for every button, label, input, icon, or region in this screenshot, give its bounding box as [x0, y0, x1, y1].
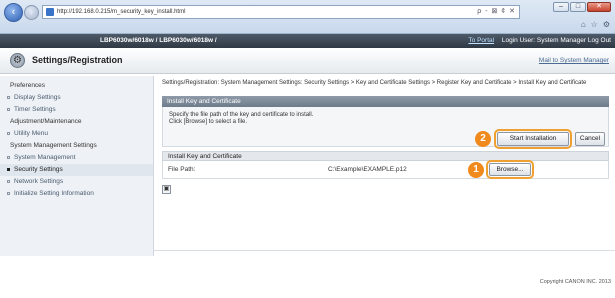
sidebar-item-label: Utility Menu [14, 130, 48, 137]
settings-icon: ⚙ [10, 53, 25, 68]
window-controls: – □ ✕ [553, 2, 611, 12]
maximize-button[interactable]: □ [570, 2, 586, 12]
device-bar-right: To Portal Login User: System Manager Log… [468, 34, 611, 48]
back-button[interactable]: ‹ [4, 3, 23, 22]
close-window-button[interactable]: ✕ [587, 2, 611, 12]
mail-to-manager-link[interactable]: Mail to System Manager [539, 57, 609, 64]
bullet-icon [7, 96, 10, 99]
gear-icon[interactable]: ⚙ [603, 20, 610, 29]
sidebar-item-label: Network Settings [14, 178, 64, 185]
file-path-label: File Path: [168, 165, 196, 173]
login-info: Login User: System Manager Log Out [501, 37, 611, 44]
file-path-field[interactable]: C:\Example\EXAMPLE.p12 [328, 166, 407, 173]
bullet-icon [7, 156, 10, 159]
forward-button[interactable]: › [24, 5, 39, 20]
bullet-icon [7, 192, 10, 195]
sidebar-item-system-management[interactable]: System Management [0, 152, 153, 164]
address-tools: ρ - ⊠ ¢ ✕ [477, 8, 516, 15]
browser-tools: ⌂ ☆ ⚙ [581, 20, 610, 29]
instructions-panel: Specify the file path of the key and cer… [162, 106, 609, 149]
page-title: Settings/Registration [32, 55, 123, 65]
sidebar-item-label: Timer Settings [14, 106, 56, 113]
address-bar[interactable]: http://192.168.0.215/m_security_key_inst… [42, 5, 520, 19]
breadcrumb: Settings/Registration: System Management… [162, 80, 587, 86]
sidebar-item-display-settings[interactable]: Display Settings [0, 92, 153, 104]
file-path-row: File Path: C:\Example\EXAMPLE.p12 Browse… [162, 159, 609, 179]
cancel-button[interactable]: Cancel [575, 131, 605, 146]
sidebar-item-network-settings[interactable]: Network Settings [0, 176, 153, 188]
sidebar-item-label: Display Settings [14, 94, 61, 101]
subsection-title: Install Key and Certificate [162, 150, 609, 161]
callout-badge-1: 1 [468, 161, 484, 178]
bullet-icon [7, 168, 10, 171]
start-installation-button[interactable]: Start Installation [497, 131, 569, 146]
copyright: Copyright CANON INC. 2013 [539, 279, 611, 285]
browse-button[interactable]: Browse... [489, 162, 531, 176]
bullet-icon [7, 180, 10, 183]
bullet-icon [7, 108, 10, 111]
sidebar-item-label: System Management [14, 154, 76, 161]
save-icon[interactable]: ▣ [162, 184, 171, 194]
sidebar-item-label: Security Settings [14, 166, 63, 173]
browser-chrome: – □ ✕ ‹ › http://192.168.0.215/m_securit… [0, 0, 615, 34]
sidebar-group-preferences: Preferences [10, 82, 46, 89]
main-content: Settings/Registration: System Management… [162, 80, 609, 194]
section-title: Install Key and Certificate [162, 95, 609, 107]
sidebar-item-initialize-setting[interactable]: Initialize Setting Information [0, 188, 153, 200]
minimize-button[interactable]: – [553, 2, 569, 12]
bullet-icon [7, 132, 10, 135]
device-bar: LBP6030w/6018w / LBP6030w/6018w / To Por… [0, 34, 615, 48]
sidebar-item-utility-menu[interactable]: Utility Menu [0, 128, 153, 140]
sidebar-item-label: Initialize Setting Information [14, 190, 94, 197]
sidebar-item-timer-settings[interactable]: Timer Settings [0, 104, 153, 116]
sidebar-group-adjustment: Adjustment/Maintenance [10, 118, 82, 125]
portal-link[interactable]: To Portal [468, 37, 494, 44]
sidebar-group-system-management: System Management Settings [10, 142, 97, 149]
sidebar: Preferences Display Settings Timer Setti… [0, 76, 154, 256]
address-url: http://192.168.0.215/m_security_key_inst… [57, 9, 186, 15]
page-favicon-icon [46, 8, 54, 16]
footer-divider [154, 250, 615, 260]
page-title-bar: ⚙ Settings/Registration Mail to System M… [0, 48, 615, 74]
callout-badge-2: 2 [475, 130, 491, 147]
sidebar-item-security-settings[interactable]: Security Settings [0, 164, 153, 176]
star-icon[interactable]: ☆ [591, 20, 598, 29]
device-model: LBP6030w/6018w / LBP6030w/6018w / [100, 37, 217, 44]
home-icon[interactable]: ⌂ [581, 20, 586, 29]
instruction-line: Specify the file path of the key and cer… [169, 111, 314, 118]
instruction-line: Click [Browse] to select a file. [169, 118, 248, 125]
